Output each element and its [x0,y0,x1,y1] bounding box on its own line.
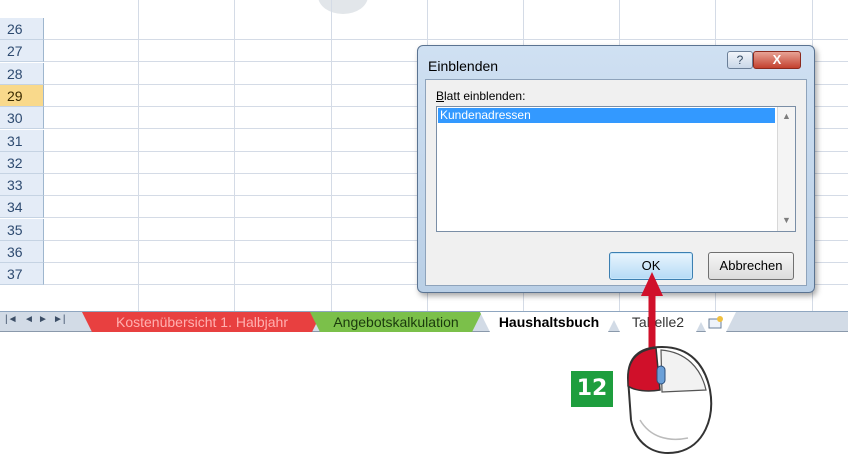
step-badge: 12 [571,371,613,407]
click-arrow-head [641,272,663,296]
annotation-overlay [626,272,713,454]
mouse-left-click-icon [626,345,713,454]
